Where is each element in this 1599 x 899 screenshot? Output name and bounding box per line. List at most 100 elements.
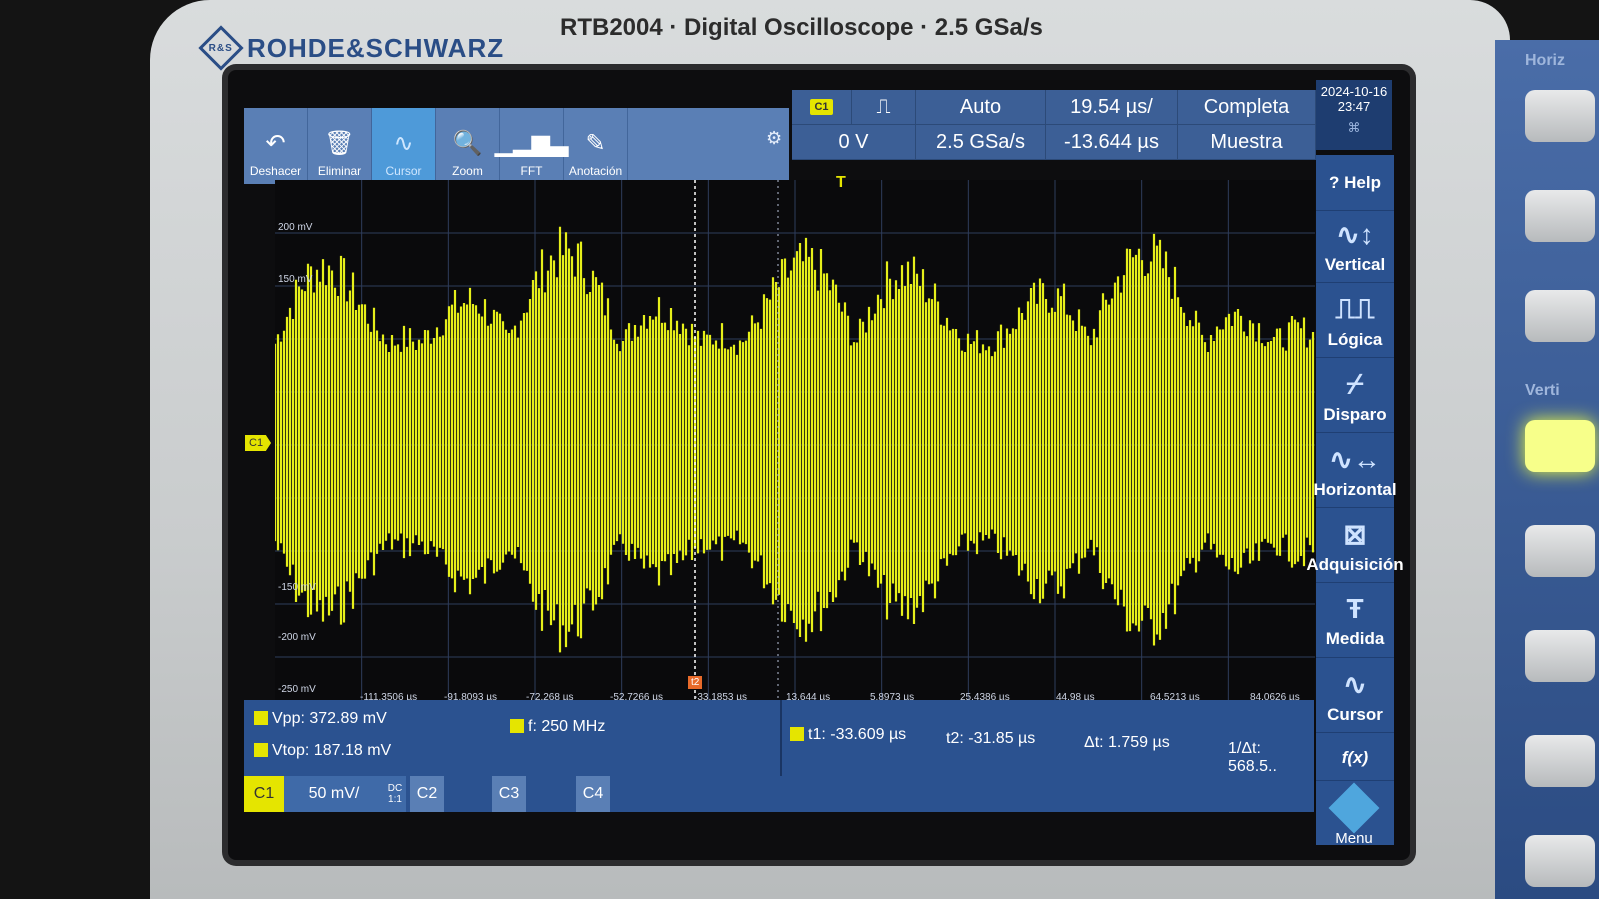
trigger-edge-icon[interactable]: ⎍ bbox=[852, 90, 916, 125]
record-mode[interactable]: Muestra bbox=[1178, 125, 1316, 160]
front-button-ch3[interactable] bbox=[1525, 630, 1595, 682]
settings-gear-icon[interactable]: ⚙ bbox=[766, 128, 782, 149]
trigger-source[interactable]: C1 bbox=[792, 90, 852, 125]
sidebar-item-vertical[interactable]: ∿↕ Vertical bbox=[1316, 210, 1394, 283]
vpp-measure[interactable]: Vpp: 372.89 mV bbox=[254, 710, 387, 728]
front-button-ch2[interactable] bbox=[1525, 525, 1595, 577]
t2-measure[interactable]: t2: -31.85 µs bbox=[946, 730, 1035, 748]
measure-icon: Ŧ bbox=[1346, 593, 1364, 624]
freq-value: f: 250 MHz bbox=[528, 718, 606, 735]
t1-value: t1: -33.609 µs bbox=[808, 726, 907, 743]
timebase[interactable]: 19.54 µs/ bbox=[1046, 90, 1178, 125]
sidebar-item-logic[interactable]: ⎍⎍ Lógica bbox=[1316, 285, 1394, 358]
trash-icon: 🗑 bbox=[324, 130, 355, 157]
brand-header: R&S ROHDE&SCHWARZ bbox=[198, 25, 504, 71]
y-label-neg250: -250 mV bbox=[278, 684, 316, 695]
vpp-value: Vpp: 372.89 mV bbox=[272, 710, 387, 727]
logic-icon: ⎍⎍ bbox=[1335, 292, 1375, 324]
sidebar-item-label: Adquisición bbox=[1306, 554, 1404, 574]
y-label-200: 200 mV bbox=[278, 222, 313, 233]
sidebar-item-acquisition[interactable]: ⊠ Adquisición bbox=[1306, 510, 1404, 583]
time-text: 23:47 bbox=[1337, 99, 1371, 114]
acquire-mode[interactable]: Completa bbox=[1178, 90, 1316, 125]
tool-delete[interactable]: 🗑 Eliminar bbox=[308, 108, 372, 184]
c1-chip-icon bbox=[790, 727, 804, 741]
zoom-icon: 🔍 bbox=[452, 130, 483, 157]
tool-label: Cursor bbox=[385, 164, 422, 178]
front-button-1[interactable] bbox=[1525, 90, 1595, 142]
sidebar-item-label: Horizontal bbox=[1313, 479, 1397, 499]
front-horiz-label: Horiz bbox=[1525, 52, 1565, 69]
tool-annotation[interactable]: ✎ Anotación bbox=[564, 108, 628, 184]
tool-label: FFT bbox=[520, 164, 543, 178]
sidebar-item-trigger[interactable]: ⌿ Disparo bbox=[1316, 360, 1394, 433]
freq-measure[interactable]: f: 250 MHz bbox=[510, 718, 605, 736]
trigger-icon: ⌿ bbox=[1346, 367, 1364, 399]
sidebar-item-measure[interactable]: Ŧ Medida bbox=[1316, 585, 1394, 658]
sample-rate[interactable]: 2.5 GSa/s bbox=[916, 125, 1046, 160]
acquisition-icon: ⊠ bbox=[1343, 518, 1367, 550]
front-button-logic[interactable] bbox=[1525, 835, 1595, 887]
inv-dt-measure[interactable]: 1/Δt: 568.5.. bbox=[1228, 740, 1314, 776]
t1-measure[interactable]: t1: -33.609 µs bbox=[790, 726, 906, 744]
vertical-icon: ∿↕ bbox=[1336, 218, 1374, 250]
cursor-t2-marker[interactable]: t2 bbox=[688, 676, 703, 689]
time-offset[interactable]: -13.644 µs bbox=[1046, 125, 1178, 160]
toolbar: ↶ Deshacer 🗑 Eliminar ∿ Cursor 🔍 Zoom ▁▂▆▃ FF… bbox=[244, 108, 789, 184]
help-label: ? Help bbox=[1329, 173, 1381, 193]
sidebar-item-label: Cursor bbox=[1327, 704, 1383, 724]
trigger-position-marker[interactable]: T bbox=[836, 174, 846, 192]
coupling-text: DC bbox=[387, 783, 403, 794]
channel-c1-tab[interactable]: C1 bbox=[244, 776, 284, 812]
front-vert-label: Verti bbox=[1525, 382, 1560, 399]
channel-c1-coupling[interactable]: DC 1:1 bbox=[384, 776, 406, 812]
channel-offset-marker[interactable]: C1 bbox=[245, 435, 272, 451]
sidebar-item-label: Vertical bbox=[1324, 254, 1386, 274]
menu-button[interactable]: Menu bbox=[1322, 782, 1386, 850]
trigger-level[interactable]: 0 V bbox=[792, 125, 916, 160]
channel-c3-tab[interactable]: C3 bbox=[492, 776, 526, 812]
sidebar-item-cursor[interactable]: ∿ Cursor bbox=[1316, 660, 1394, 733]
channel-bar: C1 50 mV/ DC 1:1 C2 C3 C4 bbox=[244, 776, 1314, 812]
vtop-measure[interactable]: Vtop: 187.18 mV bbox=[254, 742, 391, 760]
trigger-mode[interactable]: Auto bbox=[916, 90, 1046, 125]
front-button-ch4[interactable] bbox=[1525, 735, 1595, 787]
sidebar-item-horizontal[interactable]: ∿↔ Horizontal bbox=[1313, 435, 1397, 508]
channel-c4-tab[interactable]: C4 bbox=[576, 776, 610, 812]
tool-fft[interactable]: ▁▂▆▃ FFT bbox=[495, 108, 568, 184]
tool-label: Deshacer bbox=[249, 164, 302, 178]
channel-c1-scale[interactable]: 50 mV/ bbox=[284, 776, 384, 812]
front-button-3[interactable] bbox=[1525, 290, 1595, 342]
cursor-icon: ∿ bbox=[1343, 668, 1367, 700]
sidebar-item-help[interactable]: ? Help bbox=[1316, 155, 1394, 211]
help-icon: ? bbox=[1329, 172, 1340, 192]
network-icon: ⌘ bbox=[1347, 120, 1361, 135]
front-button-ch1[interactable] bbox=[1525, 420, 1595, 472]
sidebar-item-label: Disparo bbox=[1323, 404, 1387, 424]
c1-chip-icon bbox=[254, 711, 268, 725]
tool-undo[interactable]: ↶ Deshacer bbox=[244, 108, 308, 184]
waveform-display[interactable] bbox=[275, 180, 1315, 710]
datetime-box: 2024-10-16 23:47 ⌘ bbox=[1316, 80, 1392, 150]
trigger-info-panel: C1 ⎍ 0 V Auto 2.5 GSa/s 19.54 µs/ -13.64… bbox=[792, 90, 1316, 160]
y-label-neg200: -200 mV bbox=[278, 632, 316, 643]
fft-icon: ▁▂▆▃ bbox=[494, 130, 569, 157]
vtop-value: Vtop: 187.18 mV bbox=[272, 742, 392, 759]
dt-measure[interactable]: Δt: 1.759 µs bbox=[1084, 734, 1170, 752]
cursor-wave-icon: ∿ bbox=[393, 130, 414, 157]
front-button-2[interactable] bbox=[1525, 190, 1595, 242]
rs-menu-icon bbox=[1328, 782, 1380, 834]
tool-cursor[interactable]: ∿ Cursor bbox=[372, 108, 436, 184]
tool-label: Anotación bbox=[568, 164, 623, 178]
tool-label: Zoom bbox=[452, 164, 483, 178]
model-title: RTB2004 · Digital Oscilloscope · 2.5 GSa… bbox=[560, 14, 1043, 41]
function-icon: f(x) bbox=[1341, 747, 1369, 767]
y-label-150: 150 mV bbox=[278, 274, 313, 285]
horizontal-icon: ∿↔ bbox=[1329, 443, 1381, 475]
channel-c2-tab[interactable]: C2 bbox=[410, 776, 444, 812]
sidebar-item-function[interactable]: f(x) bbox=[1316, 735, 1394, 781]
measurement-panel: Vpp: 372.89 mV Vtop: 187.18 mV f: 250 MH… bbox=[244, 700, 1314, 778]
rs-logo-icon: R&S bbox=[198, 25, 244, 71]
tool-zoom[interactable]: 🔍 Zoom bbox=[436, 108, 500, 184]
trigger-source-chip: C1 bbox=[810, 99, 833, 115]
